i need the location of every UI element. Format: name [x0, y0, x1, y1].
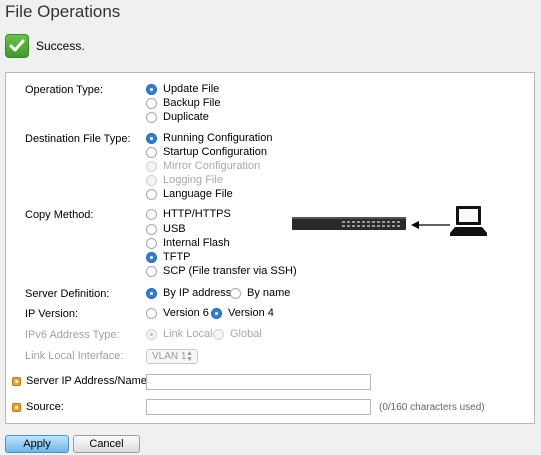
select-arrows-icon: ▲ ▼: [186, 350, 193, 363]
radio-button[interactable]: [146, 97, 157, 109]
server-ip-input[interactable]: [146, 374, 371, 390]
arrow-left-icon: [411, 221, 450, 229]
radio-button: [213, 328, 224, 340]
cancel-button[interactable]: Cancel: [73, 435, 140, 453]
radio-update-file[interactable]: Update File: [146, 83, 219, 95]
page-title: File Operations: [5, 2, 121, 21]
ip-version-label: IP Version:: [25, 308, 78, 320]
source-input[interactable]: [146, 399, 371, 415]
radio-button[interactable]: [230, 287, 241, 299]
radio-language-file[interactable]: Language File: [146, 188, 233, 200]
radio-mirror-configuration: Mirror Configuration: [146, 160, 260, 172]
radio-startup-configuration[interactable]: Startup Configuration: [146, 146, 267, 158]
laptop-icon: [450, 206, 487, 236]
radio-button[interactable]: [146, 265, 157, 277]
radio-button[interactable]: [146, 307, 157, 319]
source-character-count: (0/160 characters used): [379, 402, 485, 413]
required-field-icon: [12, 377, 21, 386]
radio-running-configuration[interactable]: Running Configuration: [146, 132, 272, 144]
radio-logging-file: Logging File: [146, 174, 223, 186]
radio-version-4[interactable]: Version 4: [211, 307, 274, 319]
copy-method-label: Copy Method:: [25, 209, 94, 221]
radio-version-6[interactable]: Version 6: [146, 307, 209, 319]
radio-button[interactable]: [146, 237, 157, 249]
status-message: Success.: [5, 32, 85, 60]
radio-button[interactable]: [146, 146, 157, 158]
radio-button: [146, 160, 157, 172]
operation-type-label: Operation Type:: [25, 84, 104, 96]
destination-file-type-label: Destination File Type:: [25, 133, 131, 145]
file-operations-form: [5, 72, 535, 424]
radio-button[interactable]: [146, 83, 157, 95]
radio-button[interactable]: [146, 287, 157, 299]
checkmark-icon: [5, 34, 29, 58]
ipv6-address-type-label: IPv6 Address Type:: [25, 329, 120, 341]
network-switch-icon: [292, 217, 406, 230]
radio-button[interactable]: [146, 208, 157, 220]
radio-button[interactable]: [146, 188, 157, 200]
radio-by-ip-address[interactable]: By IP address: [146, 287, 231, 299]
required-field-icon: [12, 403, 21, 412]
status-text: Success.: [36, 39, 85, 53]
radio-tftp[interactable]: TFTP: [146, 251, 191, 263]
radio-backup-file[interactable]: Backup File: [146, 97, 220, 109]
radio-by-name[interactable]: By name: [230, 287, 290, 299]
radio-internal-flash[interactable]: Internal Flash: [146, 237, 230, 249]
server-ip-label: Server IP Address/Name:: [26, 375, 150, 387]
radio-http-https[interactable]: HTTP/HTTPS: [146, 208, 231, 220]
link-local-interface-select: VLAN 1 ▲ ▼: [146, 349, 198, 364]
link-local-interface-label: Link Local Interface:: [25, 350, 124, 362]
radio-button: [146, 174, 157, 186]
server-definition-label: Server Definition:: [25, 288, 110, 300]
radio-button[interactable]: [211, 307, 222, 319]
radio-scp[interactable]: SCP (File transfer via SSH): [146, 265, 297, 277]
radio-button[interactable]: [146, 111, 157, 123]
radio-button[interactable]: [146, 251, 157, 263]
radio-duplicate[interactable]: Duplicate: [146, 111, 209, 123]
radio-usb[interactable]: USB: [146, 223, 186, 235]
source-label: Source:: [26, 401, 64, 413]
radio-button[interactable]: [146, 132, 157, 144]
apply-button[interactable]: Apply: [5, 435, 69, 453]
radio-button[interactable]: [146, 223, 157, 235]
tftp-diagram: [292, 206, 487, 236]
radio-link-local: Link Local: [146, 328, 213, 340]
radio-global: Global: [213, 328, 262, 340]
radio-button: [146, 328, 157, 340]
